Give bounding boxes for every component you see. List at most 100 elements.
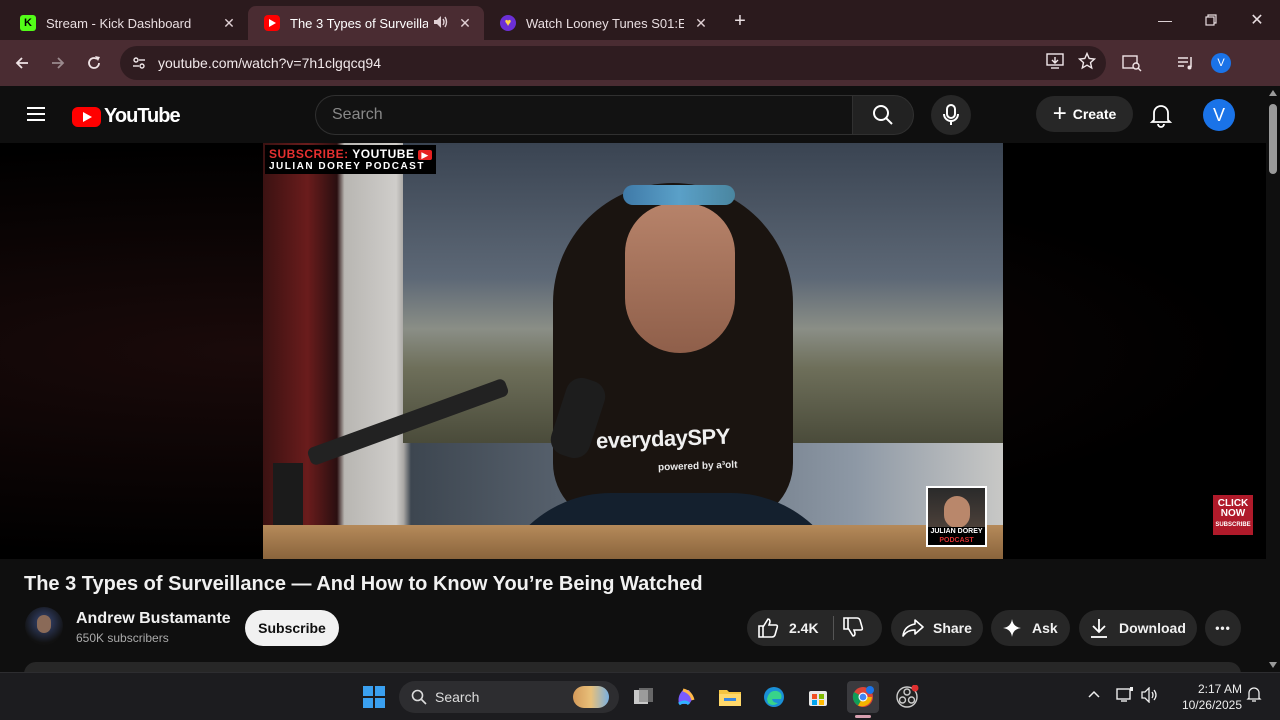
thumbnail-face xyxy=(944,496,970,528)
search-icon xyxy=(411,689,427,705)
active-app-indicator xyxy=(855,715,871,718)
microsoft-store-icon[interactable] xyxy=(802,681,834,713)
share-label: Share xyxy=(933,620,972,636)
forward-button[interactable] xyxy=(44,49,72,77)
click-now-subscribe-badge[interactable]: CLICK NOW SUBSCRIBE xyxy=(1213,495,1253,535)
thumbs-up-icon xyxy=(758,618,779,638)
more-dots-icon: ••• xyxy=(1215,621,1231,635)
youtube-logo[interactable]: YouTube xyxy=(72,105,181,128)
kick-icon: K xyxy=(20,15,36,31)
search-icon xyxy=(873,105,893,125)
video-player[interactable]: everydaySPY powered by a³olt SUBSCRIBE: … xyxy=(0,143,1266,559)
like-count: 2.4K xyxy=(789,620,819,636)
subscribe-overlay-badge: SUBSCRIBE: YOUTUBE ▶ JULIAN DOREY PODCAS… xyxy=(265,145,436,174)
subscriber-count: 650K subscribers xyxy=(76,631,169,645)
more-actions-button[interactable]: ••• xyxy=(1205,610,1241,646)
file-explorer-icon[interactable] xyxy=(714,681,746,713)
account-avatar[interactable]: V xyxy=(1203,99,1235,131)
restore-button[interactable] xyxy=(1188,0,1234,40)
channel-avatar[interactable] xyxy=(25,607,63,645)
youtube-play-icon xyxy=(72,106,101,127)
scroll-down-arrow-icon[interactable] xyxy=(1269,662,1277,668)
tab-youtube-video[interactable]: The 3 Types of Surveillance ✕ xyxy=(248,6,484,40)
search-button[interactable] xyxy=(852,95,914,135)
host-face xyxy=(625,203,735,353)
tab-kick-dashboard[interactable]: K Stream - Kick Dashboard ✕ xyxy=(4,6,248,40)
edge-browser-icon[interactable] xyxy=(758,681,790,713)
network-icon[interactable] xyxy=(1116,687,1134,706)
scroll-up-arrow-icon[interactable] xyxy=(1269,90,1277,96)
close-tab-icon[interactable]: ✕ xyxy=(692,14,710,32)
youtube-masthead: YouTube + Create V xyxy=(0,86,1266,144)
share-arrow-icon xyxy=(902,619,924,637)
overlay-subscribe-text: SUBSCRIBE: xyxy=(269,147,349,161)
video-frame[interactable]: everydaySPY powered by a³olt SUBSCRIBE: … xyxy=(263,143,1003,559)
windows-taskbar: Search 2:17 AM 10/26/2025 xyxy=(0,672,1280,720)
looney-tunes-icon: ♥ xyxy=(500,15,516,31)
task-view-icon[interactable] xyxy=(628,681,660,713)
like-dislike-group: 2.4K xyxy=(747,610,882,646)
youtube-logo-text: YouTube xyxy=(104,105,181,127)
obs-studio-icon[interactable] xyxy=(891,681,923,713)
chrome-browser-icon[interactable] xyxy=(847,681,879,713)
create-button[interactable]: + Create xyxy=(1036,96,1133,132)
search-box xyxy=(315,95,852,135)
back-button[interactable] xyxy=(8,49,36,77)
new-tab-button[interactable]: + xyxy=(728,9,752,33)
minimize-button[interactable]: — xyxy=(1142,0,1188,40)
address-bar[interactable]: youtube.com/watch?v=7h1clgqcq94 xyxy=(120,46,1106,80)
sparkle-icon xyxy=(1003,619,1021,637)
download-label: Download xyxy=(1119,620,1186,636)
download-button[interactable]: Download xyxy=(1079,610,1197,646)
share-button[interactable]: Share xyxy=(891,610,983,646)
endcard-channel-thumbnail[interactable]: JULIAN DOREY PODCAST xyxy=(926,486,987,547)
browser-tab-strip: K Stream - Kick Dashboard ✕ The 3 Types … xyxy=(0,0,1280,40)
notifications-icon[interactable] xyxy=(1246,687,1262,706)
like-divider xyxy=(832,616,834,640)
scrollbar-thumb[interactable] xyxy=(1269,104,1277,174)
taskbar-search[interactable]: Search xyxy=(399,681,619,713)
taskbar-search-label: Search xyxy=(435,689,480,705)
guide-menu-icon[interactable] xyxy=(24,103,48,127)
reload-button[interactable] xyxy=(80,49,108,77)
tab-looney-tunes[interactable]: ♥ Watch Looney Tunes S01:E01 - ✕ xyxy=(484,6,720,40)
search-input[interactable] xyxy=(332,106,812,124)
site-info-icon[interactable] xyxy=(122,55,156,71)
install-app-icon[interactable] xyxy=(1046,52,1064,74)
tab-title: Watch Looney Tunes S01:E01 - xyxy=(526,15,684,31)
copilot-icon[interactable] xyxy=(670,681,702,713)
browser-toolbar: youtube.com/watch?v=7h1clgqcq94 V xyxy=(0,40,1280,86)
ask-button[interactable]: Ask xyxy=(991,610,1070,646)
page-scrollbar[interactable] xyxy=(1266,86,1280,672)
overlay-youtube-text: YOUTUBE xyxy=(352,147,415,161)
clock-date: 10/26/2025 xyxy=(1181,698,1242,712)
shirt-logo-text: everydaySPY xyxy=(595,423,731,454)
system-clock[interactable]: 2:17 AM 10/26/2025 xyxy=(1172,681,1242,713)
plus-icon: + xyxy=(1052,100,1067,127)
tab-title: Stream - Kick Dashboard xyxy=(46,15,192,31)
media-controls-icon[interactable] xyxy=(1174,51,1198,75)
create-label: Create xyxy=(1072,106,1117,122)
notifications-bell-icon[interactable] xyxy=(1148,102,1174,128)
subscribe-button[interactable]: Subscribe xyxy=(245,610,339,646)
close-tab-icon[interactable]: ✕ xyxy=(220,14,238,32)
tray-overflow-chevron-icon[interactable] xyxy=(1087,687,1101,702)
speaker-icon[interactable] xyxy=(434,15,448,31)
tab-search-icon[interactable] xyxy=(1120,51,1144,75)
close-window-button[interactable]: ✕ xyxy=(1234,0,1280,40)
windows-start-icon[interactable] xyxy=(358,681,390,713)
like-button[interactable]: 2.4K xyxy=(747,617,819,639)
voice-search-button[interactable] xyxy=(931,95,971,135)
close-tab-icon[interactable]: ✕ xyxy=(456,14,474,32)
dislike-button[interactable] xyxy=(842,616,864,641)
search-highlight-palette-icon xyxy=(573,686,609,708)
tab-title: The 3 Types of Surveillance xyxy=(290,15,428,31)
volume-icon[interactable] xyxy=(1141,686,1159,706)
bookmark-star-icon[interactable] xyxy=(1077,51,1097,75)
overlay-play-icon: ▶ xyxy=(418,150,432,160)
profile-avatar[interactable]: V xyxy=(1211,53,1231,73)
channel-name[interactable]: Andrew Bustamante xyxy=(76,610,231,628)
video-title: The 3 Types of Surveillance — And How to… xyxy=(24,573,703,595)
headband xyxy=(623,185,735,205)
ask-label: Ask xyxy=(1032,620,1058,636)
